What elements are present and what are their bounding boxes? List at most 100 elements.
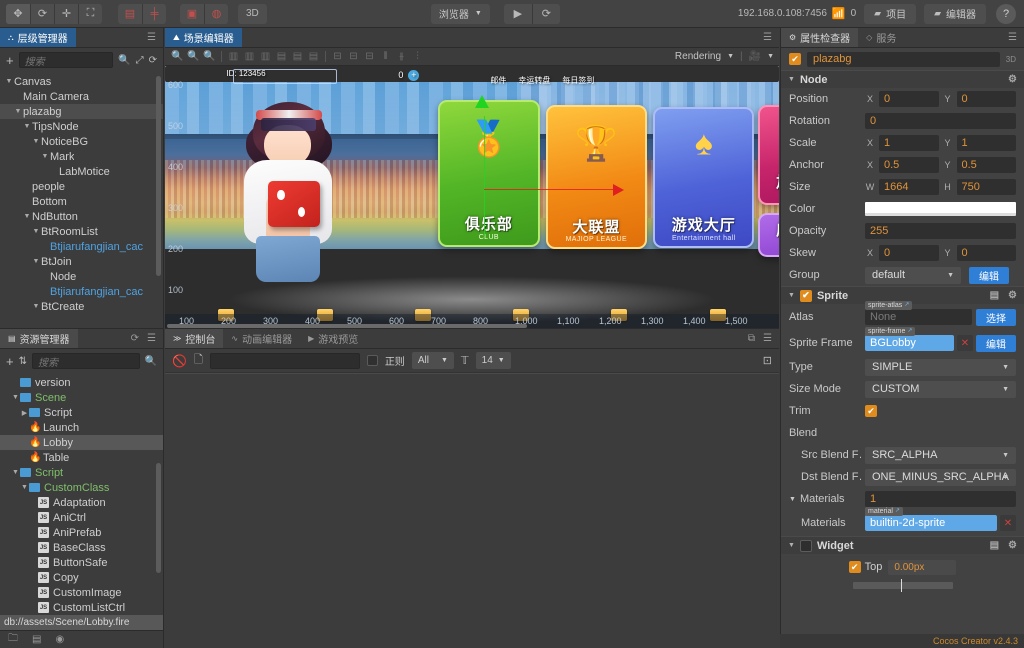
align-right-icon[interactable]: ▥ — [258, 49, 273, 65]
tree-node-main camera[interactable]: ▼Main Camera — [0, 89, 163, 104]
chevron-down-icon[interactable]: ▼ — [11, 469, 20, 476]
tree-node-labmotice[interactable]: ▼LabMotice — [0, 164, 163, 179]
align-bottom-icon[interactable]: ▤ — [306, 49, 321, 65]
chevron-down-icon[interactable]: ▼ — [4, 78, 14, 85]
popout-icon[interactable]: ⧉ — [748, 333, 755, 344]
dist-all-icon[interactable]: ⫶ — [410, 49, 425, 65]
tree-node-btcreate[interactable]: ▼BtCreate — [0, 299, 163, 314]
clear-sprite-frame-button[interactable]: ✕ — [957, 335, 973, 351]
dist-h-icon[interactable]: ⫴ — [378, 49, 393, 65]
sync-icon[interactable]: ⟳ — [149, 55, 157, 66]
gizmo-x-axis[interactable] — [484, 189, 619, 190]
tree-node-ndbutton[interactable]: ▼NdButton — [0, 209, 163, 224]
chevron-right-icon[interactable]: ▶ — [20, 409, 29, 417]
gear-icon[interactable]: ⚙ — [1008, 540, 1017, 551]
hud-item-mail[interactable]: 邮件 — [490, 75, 506, 86]
align-top-icon[interactable]: ▤ — [274, 49, 289, 65]
size-height-input[interactable]: 750 — [957, 179, 1017, 195]
asset-item-anictrl[interactable]: JSAniCtrl — [0, 510, 163, 525]
asset-item-buttonsafe[interactable]: JSButtonSafe — [0, 555, 163, 570]
regex-checkbox[interactable] — [367, 355, 378, 366]
dst-blend-select[interactable]: ONE_MINUS_SRC_ALPHA ▼ — [865, 469, 1016, 486]
hud-item-signin[interactable]: 每日签到 — [562, 75, 594, 86]
add-node-button[interactable]: + — [6, 53, 14, 68]
tab-hierarchy[interactable]: ⛬ 层级管理器 — [0, 28, 76, 47]
chevron-down-icon[interactable]: ▼ — [31, 303, 41, 310]
chevron-down-icon[interactable]: ▼ — [13, 108, 23, 115]
camera-icon[interactable]: 🎥 — [749, 51, 761, 62]
panel-menu-icon[interactable]: ☰ — [763, 32, 772, 43]
asset-item-launch[interactable]: 🔥Launch — [0, 420, 163, 435]
panel-menu-icon[interactable]: ☰ — [147, 32, 156, 43]
skew-y-input[interactable]: 0 — [957, 245, 1017, 261]
asset-item-version[interactable]: version — [0, 375, 163, 390]
help-doc-icon[interactable]: ▤ — [990, 290, 999, 301]
chevron-down-icon[interactable]: ▼ — [20, 484, 29, 491]
widget-top-checkbox[interactable]: ✔ — [849, 561, 861, 573]
widget-top-value[interactable]: 0.00px — [888, 560, 956, 575]
zoom-in-icon[interactable]: 🔍 — [170, 49, 185, 65]
panel-menu-icon[interactable]: ☰ — [147, 333, 156, 344]
play-button[interactable]: ▶ — [504, 4, 532, 24]
bottom-icon-shop[interactable] — [218, 309, 234, 321]
dist-middle-icon[interactable]: ⊟ — [346, 49, 361, 65]
canvas-fit-icon[interactable]: ▣ — [180, 4, 204, 24]
tree-node-btjoin[interactable]: ▼BtJoin — [0, 254, 163, 269]
bottom-icon-cart[interactable] — [710, 309, 726, 321]
move-tool[interactable]: ✥ — [6, 4, 30, 24]
opacity-input[interactable]: 255 — [865, 223, 1016, 239]
rendering-select[interactable]: Rendering — [675, 51, 721, 62]
tree-node-tipsnode[interactable]: ▼TipsNode — [0, 119, 163, 134]
type-select[interactable]: SIMPLE ▼ — [865, 359, 1016, 376]
asset-item-customimage[interactable]: JSCustomImage — [0, 585, 163, 600]
tab-animation-editor[interactable]: ∿ 动画编辑器 — [223, 329, 300, 348]
refresh-assets-icon[interactable]: ⟳ — [131, 333, 139, 344]
scale-x-input[interactable]: 1 — [879, 135, 939, 151]
project-button[interactable]: ▰ 项目 — [864, 4, 916, 24]
trim-checkbox[interactable]: ✔ — [865, 405, 877, 417]
tab-scene-editor[interactable]: ⛰ 场景编辑器 — [165, 28, 242, 47]
preview-target-select[interactable]: 浏览器 ▼ — [431, 4, 490, 24]
pivot-toggle-icon[interactable]: ▤ — [118, 4, 142, 24]
tab-assets[interactable]: ▤ 资源管理器 — [0, 329, 78, 348]
dist-top-icon[interactable]: ⊟ — [330, 49, 345, 65]
asset-item-copy[interactable]: JSCopy — [0, 570, 163, 585]
asset-item-script[interactable]: ▶Script — [0, 405, 163, 420]
zoom-reset-icon[interactable]: 🔍 — [202, 49, 217, 65]
dist-bottom-icon[interactable]: ⊟ — [362, 49, 377, 65]
help-button[interactable]: ? — [996, 4, 1016, 24]
widget-alignment-slider[interactable] — [853, 582, 953, 589]
asset-item-table[interactable]: 🔥Table — [0, 450, 163, 465]
tree-node-plazabg[interactable]: ▼plazabg — [0, 104, 163, 119]
assets-search-input[interactable]: 搜索 — [32, 353, 140, 369]
gizmo-y-arrow[interactable] — [475, 95, 489, 108]
position-x-input[interactable]: 0 — [879, 91, 939, 107]
tree-node-mark[interactable]: ▼Mark — [0, 149, 163, 164]
widget-enabled-checkbox[interactable]: ✔ — [800, 540, 812, 552]
eye-icon[interactable]: ◉ — [55, 634, 64, 645]
atlas-select-button[interactable]: 选择 — [976, 309, 1016, 326]
panel-menu-icon[interactable]: ☰ — [763, 333, 772, 344]
hierarchy-scrollbar[interactable] — [156, 76, 161, 276]
gizmo-toggle-icon[interactable]: ◍ — [204, 4, 228, 24]
gear-icon[interactable]: ⚙ — [1008, 74, 1017, 85]
chevron-down-icon[interactable]: ▼ — [40, 153, 50, 160]
hierarchy-search-input[interactable]: 搜索 — [19, 52, 114, 68]
tree-node-node[interactable]: ▼Node — [0, 269, 163, 284]
tab-services[interactable]: ◇ 服务 — [858, 28, 904, 47]
chevron-down-icon[interactable]: ▼ — [31, 258, 41, 265]
tab-inspector[interactable]: ⚙ 属性检查器 — [781, 28, 858, 47]
align-middle-icon[interactable]: ▤ — [290, 49, 305, 65]
zoom-out-icon[interactable]: 🔍 — [186, 49, 201, 65]
editor-button[interactable]: ▰ 编辑器 — [924, 4, 986, 24]
link-icon[interactable]: ↗ — [904, 301, 909, 310]
rotation-input[interactable]: 0 — [865, 113, 1016, 129]
sprite-frame-input[interactable]: BGLobby — [865, 335, 954, 351]
add-asset-button[interactable]: + — [6, 354, 14, 369]
gear-icon[interactable]: ⚙ — [1008, 290, 1017, 301]
bottom-icon-friends[interactable] — [513, 309, 529, 321]
log-level-select[interactable]: All ▼ — [412, 352, 454, 369]
src-blend-select[interactable]: SRC_ALPHA ▼ — [865, 447, 1016, 464]
group-edit-button[interactable]: 编辑 — [969, 267, 1009, 284]
tree-node-bottom[interactable]: ▼Bottom — [0, 194, 163, 209]
